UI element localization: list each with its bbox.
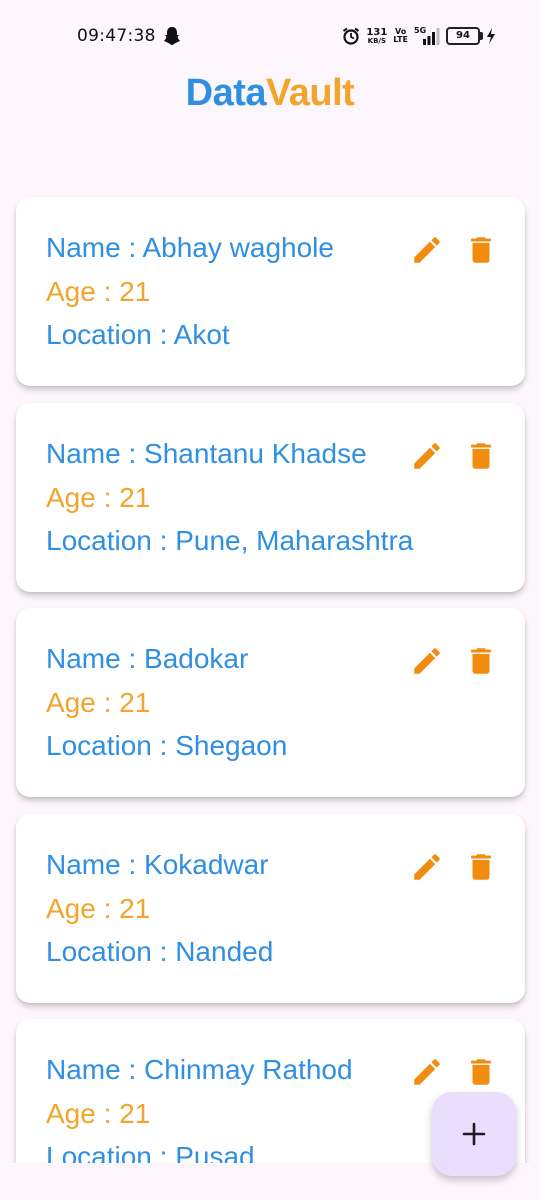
record-location: Location : Akot [46,319,230,350]
record-name: Name : Abhay waghole [46,232,334,263]
edit-icon[interactable] [410,439,444,473]
record-age: Age : 21 [46,687,151,718]
record-location: Location : Nanded [46,936,274,967]
volte-bottom: LTE [393,35,408,44]
record-age: Age : 21 [46,1098,151,1129]
edit-icon[interactable] [410,233,444,267]
record-age: Age : 21 [46,276,151,307]
record-name: Name : Shantanu Khadse [46,438,367,469]
app-title: DataVault [0,72,540,115]
record-location: Location : Pusad [46,1141,255,1163]
edit-icon[interactable] [410,850,444,884]
status-bar: 09:47:38 131 KB/S Vo LTE 5G 94 [0,0,540,72]
record-name: Name : Badokar [46,643,249,674]
edit-icon[interactable] [410,644,444,678]
record-age: Age : 21 [46,893,151,924]
record-card: Name : Badokar Age : 21 Location : Shega… [16,608,525,797]
record-name: Name : Kokadwar [46,849,269,880]
charging-icon [487,28,495,44]
record-location: Location : Pune, Maharashtra [46,525,414,556]
record-age: Age : 21 [46,482,151,513]
network-type: 5G [414,26,427,35]
record-location: Location : Shegaon [46,730,288,761]
status-time: 09:47:38 [77,26,156,46]
records-list[interactable]: Name : Abhay waghole Age : 21 Location :… [0,196,540,1163]
delete-icon[interactable] [464,850,498,884]
delete-icon[interactable] [464,233,498,267]
delete-icon[interactable] [464,644,498,678]
delete-icon[interactable] [464,1055,498,1089]
snapchat-icon [164,27,180,45]
speed-unit: KB/S [367,36,387,45]
alarm-icon [343,27,360,45]
cell-signal: 5G [414,26,440,46]
record-card: Name : Shantanu Khadse Age : 21 Location… [16,403,525,592]
add-record-button[interactable] [432,1092,516,1176]
speed-value: 131 [366,26,388,38]
edit-icon[interactable] [410,1055,444,1089]
status-icons: 131 KB/S Vo LTE 5G 94 [342,24,496,48]
record-name: Name : Chinmay Rathod [46,1054,353,1085]
delete-icon[interactable] [464,439,498,473]
app-title-part2: Vault [266,72,355,114]
app-title-part1: Data [185,72,267,114]
plus-icon [462,1122,486,1146]
network-speed: 131 KB/S [366,26,388,45]
record-card: Name : Abhay waghole Age : 21 Location :… [16,197,525,386]
record-card: Name : Kokadwar Age : 21 Location : Nand… [16,814,525,1003]
volte-badge: Vo LTE [393,28,408,44]
battery-indicator: 94 [446,27,483,45]
